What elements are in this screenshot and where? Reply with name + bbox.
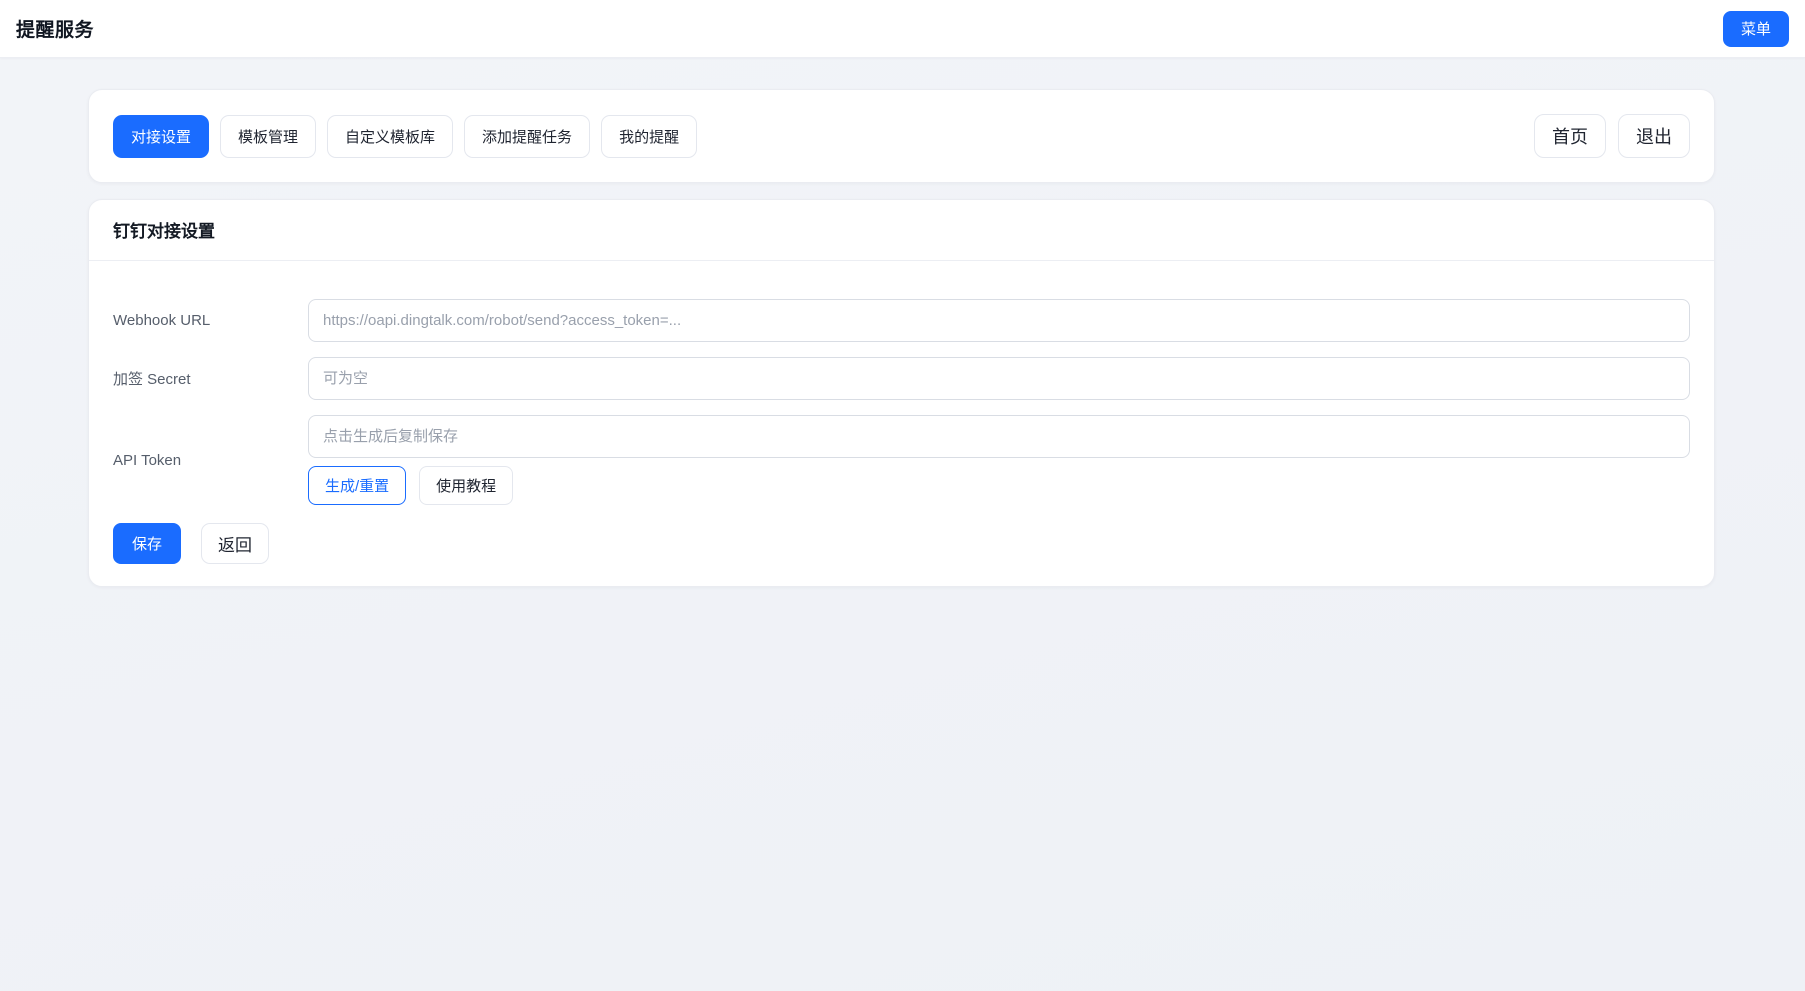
form-actions: 保存 返回 [113, 523, 1690, 564]
app-title: 提醒服务 [16, 20, 95, 41]
webhook-url-field-col [308, 299, 1690, 342]
nav-right-group: 首页 退出 [1534, 114, 1690, 158]
top-header: 提醒服务 菜单 [0, 0, 1805, 58]
api-token-buttons: 生成/重置 使用教程 [308, 466, 1690, 505]
secret-row: 加签 Secret [113, 357, 1690, 400]
api-token-label: API Token [113, 451, 182, 469]
back-button[interactable]: 返回 [201, 523, 270, 564]
api-token-field-col: 生成/重置 使用教程 [308, 415, 1690, 505]
webhook-url-input[interactable] [308, 299, 1690, 342]
home-button[interactable]: 首页 [1534, 114, 1606, 158]
secret-field-col [308, 357, 1690, 400]
generate-reset-button[interactable]: 生成/重置 [308, 466, 407, 505]
secret-label: 加签 Secret [113, 371, 191, 388]
tab-custom-template-library[interactable]: 自定义模板库 [327, 114, 454, 158]
settings-form: Webhook URL 加签 Secret API Token 生成/重置 使用… [89, 261, 1714, 586]
logout-button[interactable]: 退出 [1618, 114, 1690, 158]
secret-input[interactable] [308, 357, 1690, 400]
main-content: 对接设置 模板管理 自定义模板库 添加提醒任务 我的提醒 首页 退出 钉钉对接设… [0, 58, 1805, 627]
tutorial-button[interactable]: 使用教程 [419, 466, 514, 505]
tab-my-reminders[interactable]: 我的提醒 [601, 114, 698, 158]
nav-tab-bar: 对接设置 模板管理 自定义模板库 添加提醒任务 我的提醒 首页 退出 [88, 89, 1715, 183]
settings-card-title: 钉钉对接设置 [113, 222, 215, 241]
save-button[interactable]: 保存 [113, 523, 182, 564]
menu-button[interactable]: 菜单 [1722, 10, 1789, 47]
settings-card-header: 钉钉对接设置 [89, 200, 1714, 260]
tab-integration-settings[interactable]: 对接设置 [113, 114, 210, 158]
webhook-url-label: Webhook URL [113, 312, 211, 329]
tab-template-management[interactable]: 模板管理 [220, 114, 317, 158]
dingtalk-settings-card: 钉钉对接设置 Webhook URL 加签 Secret API Token [88, 199, 1715, 587]
api-token-input[interactable] [308, 415, 1690, 458]
tab-add-reminder-task[interactable]: 添加提醒任务 [464, 114, 591, 158]
webhook-url-row: Webhook URL [113, 299, 1690, 342]
api-token-row: API Token 生成/重置 使用教程 [113, 415, 1690, 505]
